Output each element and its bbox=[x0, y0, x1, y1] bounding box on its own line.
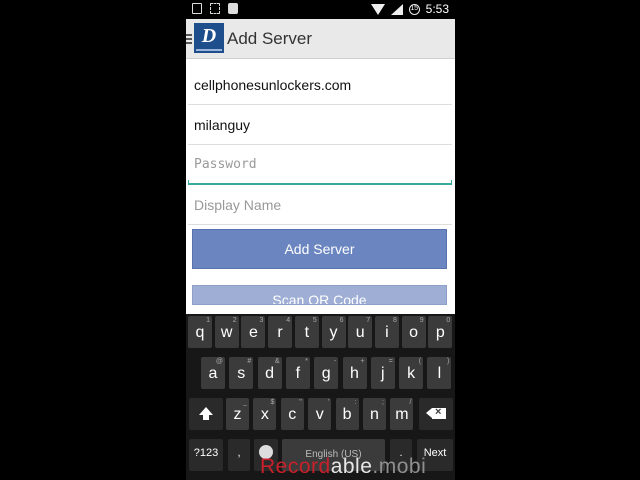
display-name-placeholder: Display Name bbox=[194, 197, 282, 213]
display-name-field[interactable]: Display Name bbox=[188, 187, 452, 225]
key-q[interactable]: 1q bbox=[188, 316, 212, 348]
app-logo-icon[interactable]: D bbox=[194, 23, 224, 53]
keyboard-row-2: @ a # s & d * f - g + h = j(k) l bbox=[186, 357, 455, 391]
phone-screen: 15 5:53 D Add Server cellphonesunlockers… bbox=[186, 0, 455, 480]
key-v[interactable]: ' v bbox=[308, 398, 332, 430]
key-s[interactable]: # s bbox=[229, 357, 254, 389]
backspace-icon: × bbox=[426, 406, 446, 419]
key-x[interactable]: $ x bbox=[253, 398, 277, 430]
shift-icon bbox=[199, 407, 213, 420]
username-field[interactable]: milanguy bbox=[188, 107, 452, 145]
keyboard-row-3: × _ z $ x " c ' v: b; n / m bbox=[186, 398, 455, 432]
battery-icon: 15 bbox=[408, 3, 420, 15]
status-bar: 15 5:53 bbox=[186, 0, 455, 19]
key-t[interactable]: 5t bbox=[294, 316, 319, 348]
page-title: Add Server bbox=[227, 29, 313, 48]
signal-icon bbox=[390, 3, 403, 15]
key-o[interactable]: 9o bbox=[401, 316, 426, 348]
password-field[interactable]: Password bbox=[188, 147, 452, 185]
clock: 5:53 bbox=[425, 2, 449, 16]
key-z[interactable]: _ z bbox=[226, 398, 249, 430]
key-f[interactable]: * f bbox=[285, 357, 310, 389]
key-m[interactable]: / m bbox=[390, 398, 414, 430]
scan-qr-button[interactable]: Scan QR Code bbox=[192, 285, 447, 305]
add-server-button[interactable]: Add Server bbox=[192, 229, 447, 269]
key-i[interactable]: 8i bbox=[374, 316, 399, 348]
server-value: cellphonesunlockers.com bbox=[194, 77, 352, 93]
key-d[interactable]: & d bbox=[257, 357, 282, 389]
key-n[interactable]: ; n bbox=[363, 398, 386, 430]
store-icon bbox=[228, 3, 238, 14]
notification-icon bbox=[192, 3, 202, 14]
key-w[interactable]: 2w bbox=[214, 316, 239, 348]
key-a[interactable]: @ a bbox=[201, 357, 225, 389]
key-l[interactable]: ) l bbox=[427, 357, 452, 389]
username-value: milanguy bbox=[194, 117, 251, 133]
password-placeholder: Password bbox=[194, 157, 257, 172]
key-c[interactable]: " c bbox=[280, 398, 304, 430]
wifi-icon bbox=[370, 3, 385, 15]
server-field[interactable]: cellphonesunlockers.com bbox=[188, 67, 452, 105]
drawer-menu-icon[interactable] bbox=[186, 34, 192, 46]
recordable-watermark: Recordable.mobi bbox=[260, 455, 427, 478]
key-u[interactable]: 7u bbox=[348, 316, 373, 348]
keyboard-row-1: 1q2w3e4r5t6y7u8i9o0p bbox=[186, 316, 455, 350]
comma-key[interactable]: , bbox=[228, 439, 250, 471]
key-k[interactable]: (k bbox=[399, 357, 424, 389]
key-e[interactable]: 3e bbox=[241, 316, 266, 348]
delete-key[interactable]: × bbox=[419, 398, 453, 430]
symbols-key[interactable]: ?123 bbox=[189, 439, 223, 471]
add-server-form: cellphonesunlockers.com milanguy Passwor… bbox=[186, 59, 455, 314]
key-p[interactable]: 0p bbox=[428, 316, 453, 348]
key-h[interactable]: + h bbox=[342, 357, 367, 389]
key-r[interactable]: 4r bbox=[268, 316, 293, 348]
key-j[interactable]: = j bbox=[370, 357, 395, 389]
shift-key[interactable] bbox=[189, 398, 223, 430]
key-g[interactable]: -g bbox=[314, 357, 339, 389]
action-bar: D Add Server bbox=[186, 19, 455, 59]
screenshot-icon bbox=[210, 3, 220, 14]
key-b[interactable]: :b bbox=[335, 398, 359, 430]
key-y[interactable]: 6y bbox=[321, 316, 346, 348]
